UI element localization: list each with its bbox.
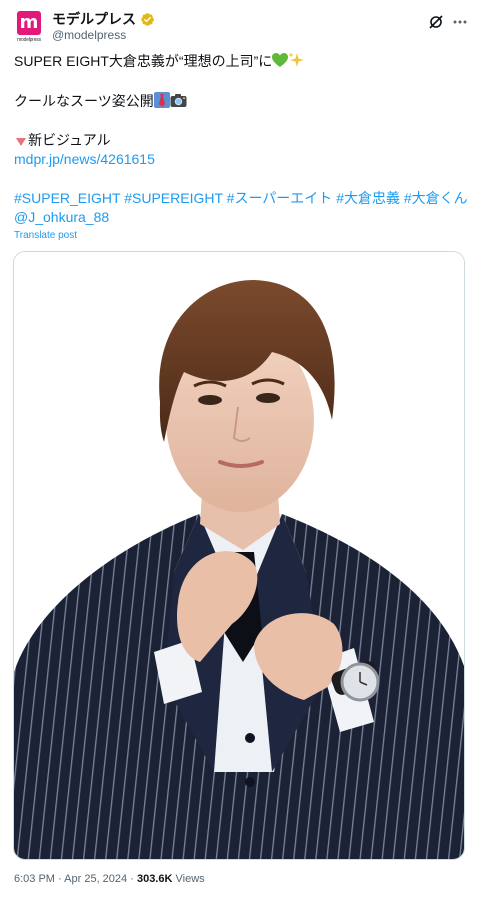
camera-icon: [170, 94, 187, 107]
avatar-logo-letter: m: [19, 12, 39, 33]
post-date[interactable]: Apr 25, 2024: [64, 873, 127, 885]
verified-badge-icon: [141, 12, 154, 26]
hashtags[interactable]: #SUPER_EIGHT #SUPEREIGHT #スーパーエイト #大倉忠義 …: [14, 190, 468, 206]
avatar-logo-text: modelpress: [17, 37, 41, 43]
views-count[interactable]: 303.6K: [137, 873, 172, 885]
translate-post-link[interactable]: Translate post: [14, 230, 77, 241]
article-link[interactable]: mdpr.jp/news/4261615: [14, 151, 155, 167]
necktie-icon: [153, 92, 170, 108]
more-options-icon[interactable]: [450, 12, 470, 32]
views-label: Views: [175, 873, 205, 885]
tweet-line-1: SUPER EIGHT大倉忠義が“理想の上司”に: [14, 53, 273, 69]
grok-icon[interactable]: [426, 12, 446, 32]
green-heart-icon: [272, 53, 289, 67]
meta-separator: ·: [58, 873, 62, 885]
user-handle[interactable]: @modelpress: [52, 28, 126, 42]
post-time[interactable]: 6:03 PM: [14, 873, 55, 885]
meta-separator-2: ·: [130, 873, 134, 885]
tweet-photo[interactable]: [13, 251, 465, 860]
tweet-line-2: クールなスーツ姿公開: [14, 93, 154, 109]
portrait-illustration: [14, 252, 464, 859]
tweet-line-3: 新ビジュアル: [28, 132, 111, 148]
display-name[interactable]: モデルプレス: [52, 9, 136, 29]
tweet-meta: 6:03 PM · Apr 25, 2024 · 303.6K Views: [14, 873, 205, 885]
tweet-header: m modelpress モデルプレス @modelpress: [14, 8, 467, 46]
down-triangle-icon: [16, 138, 26, 146]
mention-link[interactable]: @J_ohkura_88: [14, 209, 109, 225]
sparkles-icon: [288, 52, 305, 67]
avatar[interactable]: m modelpress: [14, 10, 44, 46]
